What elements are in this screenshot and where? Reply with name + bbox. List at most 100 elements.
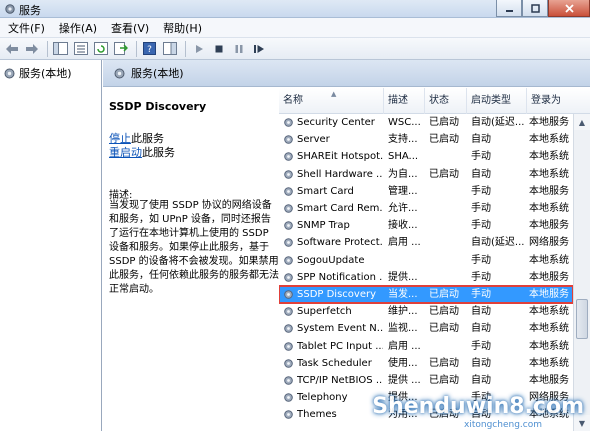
service-log-on-as-cell: 本地服务 xyxy=(529,289,569,300)
service-description-cell: 为自... xyxy=(388,168,418,180)
service-name-cell: Software Protect... xyxy=(283,234,383,251)
vertical-scrollbar[interactable]: ▲ ▼ xyxy=(573,114,590,431)
table-row[interactable]: Security Center WSC... 已启动 自动(延迟... 本地服务 xyxy=(279,114,573,131)
service-name: Shell Hardware ... xyxy=(297,168,383,180)
service-log-on-as-cell: 本地系统 xyxy=(529,168,569,180)
restart-service-link[interactable]: 重启动 xyxy=(109,146,142,159)
service-startup-type-cell: 自动(延迟... xyxy=(471,117,525,128)
service-name-cell: Telephony xyxy=(283,389,383,406)
table-row[interactable]: TCP/IP NetBIOS ... 提供 ... 已启动 自动 本地服务 xyxy=(279,372,573,389)
table-row[interactable]: SNMP Trap 接收... 手动 本地服务 xyxy=(279,217,573,234)
table-row[interactable]: SSDP Discovery 当发... 已启动 手动 本地服务 xyxy=(279,284,574,305)
help-button[interactable]: ? xyxy=(141,40,158,57)
close-button[interactable] xyxy=(548,0,590,17)
properties-list-button[interactable] xyxy=(72,40,89,57)
maximize-button[interactable] xyxy=(522,0,548,17)
panel-title: 服务(本地) xyxy=(131,67,184,80)
back-button[interactable] xyxy=(3,40,20,57)
panel-header: 服务(本地) xyxy=(103,60,590,87)
service-name: Server xyxy=(297,134,330,146)
list-header: ▲ 名称 描述 状态 启动类型 登录为 xyxy=(279,88,590,114)
refresh-button[interactable] xyxy=(92,40,109,57)
service-status-cell xyxy=(429,252,467,269)
table-row[interactable]: Smart Card Rem... 允许... 手动 本地系统 xyxy=(279,200,573,217)
service-description-cell xyxy=(388,252,424,269)
service-gear-icon xyxy=(284,393,293,402)
service-name-cell: Task Scheduler xyxy=(283,355,383,372)
service-gear-icon xyxy=(284,204,293,213)
window-controls xyxy=(496,0,590,18)
toolbar-separator xyxy=(47,40,48,57)
service-status-cell: 已启动 xyxy=(429,289,459,300)
service-name-cell: SHAREit Hotspot... xyxy=(283,148,383,165)
service-description-cell: 提供 ... xyxy=(388,375,421,386)
table-row[interactable]: Tablet PC Input ... 启用 ... 手动 本地系统 xyxy=(279,338,573,355)
service-log-on-as-cell: 本地系统 xyxy=(529,203,569,214)
menu-action[interactable]: 操作(A) xyxy=(51,20,103,36)
services-gear-icon xyxy=(5,4,15,14)
restart-service-button[interactable] xyxy=(250,40,267,57)
export-list-button[interactable] xyxy=(112,40,129,57)
minimize-icon xyxy=(505,9,513,12)
service-status-cell: 已启动 xyxy=(429,306,459,318)
column-header-startup-type[interactable]: 启动类型 xyxy=(467,88,527,114)
service-status-cell xyxy=(429,338,467,355)
table-row[interactable]: System Event N... 监视... 已启动 自动 本地系统 xyxy=(279,320,573,337)
tree-item-services-local[interactable]: 服务(本地) xyxy=(3,65,72,81)
service-startup-type-cell: 自动 xyxy=(471,357,491,369)
table-row[interactable]: Server 支持... 已启动 自动 本地系统 xyxy=(279,131,573,148)
column-header-name[interactable]: 名称 xyxy=(279,88,384,114)
service-gear-icon xyxy=(284,410,293,420)
service-gear-icon xyxy=(284,118,293,127)
table-row[interactable]: SHAREit Hotspot... SHA... 手动 本地系统 xyxy=(279,148,573,165)
scrollbar-thumb[interactable] xyxy=(576,299,588,339)
selected-service-name: SSDP Discovery xyxy=(109,100,207,113)
service-name-cell: SPP Notification ... xyxy=(283,269,383,286)
service-description-cell: SHA... xyxy=(388,151,419,163)
service-name-cell: Superfetch xyxy=(283,303,383,320)
service-name: Smart Card Rem... xyxy=(297,203,383,214)
service-description-cell: 提供... xyxy=(388,271,418,283)
restart-service-row: 重启动此服务 xyxy=(109,144,175,160)
service-startup-type-cell: 自动 xyxy=(471,168,491,180)
show-console-tree-button[interactable] xyxy=(52,40,69,57)
menu-help[interactable]: 帮助(H) xyxy=(155,20,208,36)
pause-service-button[interactable] xyxy=(230,40,247,57)
tree-item-label: 服务(本地) xyxy=(19,67,72,80)
service-log-on-as-cell: 本地系统 xyxy=(529,134,569,146)
table-row[interactable]: Superfetch 维护... 已启动 自动 本地系统 xyxy=(279,303,573,320)
minimize-button[interactable] xyxy=(496,0,522,17)
service-description-cell: WSC... xyxy=(388,117,421,128)
table-row[interactable]: Task Scheduler 使用... 已启动 自动 本地系统 xyxy=(279,355,573,372)
service-description-cell: 启用 ... xyxy=(388,340,421,352)
service-startup-type-cell: 手动 xyxy=(471,254,491,266)
service-gear-icon xyxy=(284,324,293,334)
forward-button[interactable] xyxy=(23,40,40,57)
menu-view[interactable]: 查看(V) xyxy=(103,20,155,36)
service-status-cell xyxy=(429,234,467,251)
service-startup-type-cell: 手动 xyxy=(471,271,491,283)
table-row[interactable]: SogouUpdate 手动 本地系统 xyxy=(279,252,573,269)
service-name: Task Scheduler xyxy=(297,357,372,369)
column-header-status[interactable]: 状态 xyxy=(425,88,467,114)
services-panel: 服务(本地) SSDP Discovery 停止此服务 重启动此服务 描述: 当… xyxy=(103,60,590,431)
column-header-log-on-as[interactable]: 登录为 xyxy=(527,88,590,114)
service-startup-type-cell: 手动 xyxy=(471,289,491,300)
service-description-cell: 支持... xyxy=(388,134,418,146)
scroll-up-arrow-icon[interactable]: ▲ xyxy=(574,114,590,130)
show-action-pane-button[interactable] xyxy=(161,40,178,57)
service-log-on-as-cell: 本地系统 xyxy=(529,357,569,369)
service-name-cell: SNMP Trap xyxy=(283,217,383,234)
table-row[interactable]: SPP Notification ... 提供... 手动 本地服务 xyxy=(279,269,573,286)
table-row[interactable]: Shell Hardware ... 为自... 已启动 自动 本地系统 xyxy=(279,166,573,183)
table-row[interactable]: Software Protect... 启用 ... 自动(延迟... 网络服务 xyxy=(279,234,573,251)
column-header-description[interactable]: 描述 xyxy=(384,88,425,114)
stop-icon xyxy=(215,45,222,52)
menu-file[interactable]: 文件(F) xyxy=(0,20,51,36)
service-startup-type-cell: 手动 xyxy=(471,220,491,232)
service-startup-type-cell: 自动 xyxy=(471,306,491,318)
table-row[interactable]: Smart Card 管理... 手动 本地服务 xyxy=(279,183,573,200)
stop-service-button[interactable] xyxy=(210,40,227,57)
service-log-on-as-cell: 本地系统 xyxy=(529,254,569,266)
start-service-button[interactable] xyxy=(190,40,207,57)
